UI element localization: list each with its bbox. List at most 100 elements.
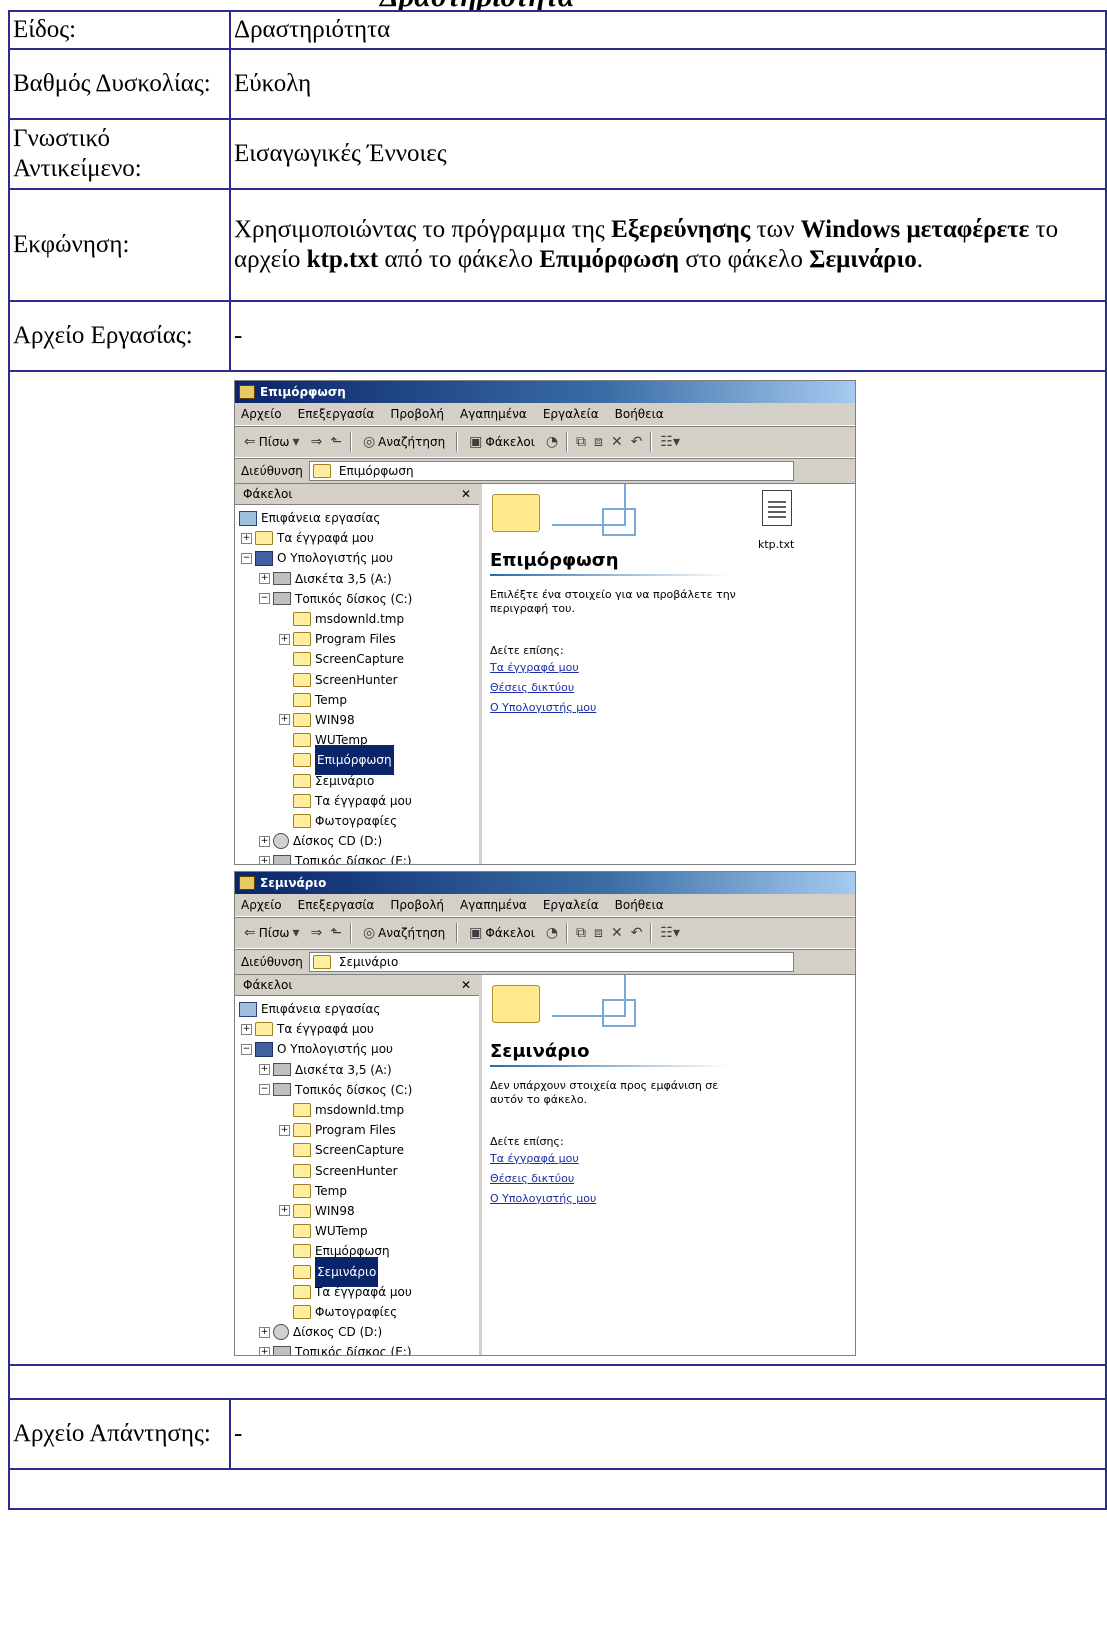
menu-tools[interactable]: Εργαλεία xyxy=(543,890,599,920)
text-file-icon[interactable] xyxy=(762,490,792,526)
history-icon[interactable]: ◔ xyxy=(546,918,558,948)
menu-tools[interactable]: Εργαλεία xyxy=(543,399,599,429)
expand-icon[interactable]: + xyxy=(279,633,290,645)
undo-icon[interactable]: ↶ xyxy=(631,427,643,457)
up-folder-icon[interactable]: ⬑ xyxy=(330,427,342,457)
expand-icon[interactable]: + xyxy=(241,532,252,544)
menu-favorites[interactable]: Αγαπημένα xyxy=(460,890,527,920)
divider xyxy=(490,574,730,576)
see-also-links: Τα έγγραφά μου Θέσεις δικτύου Ο Υπολογισ… xyxy=(490,1149,596,1209)
move-to-icon[interactable]: ⧉ xyxy=(576,918,586,948)
value-subject: Εισαγωγικές Έννοιες xyxy=(229,118,1107,190)
expand-icon[interactable]: + xyxy=(279,1205,290,1217)
move-to-icon[interactable]: ⧉ xyxy=(576,427,586,457)
delete-icon[interactable]: ✕ xyxy=(611,427,623,457)
folders-pane: Φάκελοι ✕ Επιφάνεια εργασίας + Τα έγγραφά … xyxy=(235,975,482,1355)
link-my-documents[interactable]: Τα έγγραφά μου xyxy=(490,658,596,678)
panel-description: Επιλέξτε ένα στοιχείο για να προβάλετε τ… xyxy=(490,588,736,615)
up-folder-icon[interactable]: ⬑ xyxy=(330,918,342,948)
menu-favorites[interactable]: Αγαπημένα xyxy=(460,399,527,429)
folder-icon xyxy=(293,1183,311,1198)
copy-to-icon[interactable]: ⧈ xyxy=(594,918,603,948)
folder-icon xyxy=(293,712,311,727)
link-my-computer[interactable]: Ο Υπολογιστής μου xyxy=(490,1189,596,1209)
divider xyxy=(490,1065,730,1067)
menu-help[interactable]: Βοήθεια xyxy=(615,890,664,920)
menu-help[interactable]: Βοήθεια xyxy=(615,399,664,429)
back-button[interactable]: ⇐ Πίσω ▾ xyxy=(241,426,303,458)
menu-edit[interactable]: Επεξεργασία xyxy=(298,890,375,920)
table-row: Επιμόρφωση Αρχείο Επεξεργασία Προβολή Αγ… xyxy=(8,370,1107,1366)
expand-icon[interactable]: + xyxy=(259,1346,270,1355)
menu-view[interactable]: Προβολή xyxy=(390,399,444,429)
tree-item[interactable]: ScreenHunter xyxy=(235,1161,479,1181)
expand-icon[interactable]: + xyxy=(259,835,270,847)
menu-file[interactable]: Αρχείο xyxy=(241,890,282,920)
table-row: Αρχείο Απάντησης: - xyxy=(8,1398,1107,1470)
search-button[interactable]: ◎ Αναζήτηση xyxy=(360,426,448,458)
back-arrow-icon: ⇐ xyxy=(244,434,256,450)
forward-icon[interactable]: ⇒ xyxy=(311,918,323,948)
tree-item[interactable]: + Τοπικός δίσκος (E:) xyxy=(235,851,479,864)
screenshots: Επιμόρφωση Αρχείο Επεξεργασία Προβολή Αγ… xyxy=(234,380,856,1356)
separator xyxy=(566,923,569,943)
link-network-places[interactable]: Θέσεις δικτύου xyxy=(490,678,596,698)
collapse-icon[interactable]: − xyxy=(259,593,270,605)
address-field[interactable]: Επιμόρφωση xyxy=(308,461,794,481)
delete-icon[interactable]: ✕ xyxy=(611,918,623,948)
collapse-icon[interactable]: − xyxy=(241,1043,252,1055)
copy-to-icon[interactable]: ⧈ xyxy=(594,427,603,457)
undo-icon[interactable]: ↶ xyxy=(631,918,643,948)
value-difficulty: Εύκολη xyxy=(229,48,1107,120)
value-work-file: - xyxy=(229,300,1107,372)
address-field[interactable]: Σεμινάριο xyxy=(308,952,794,972)
views-icon[interactable]: ☷▾ xyxy=(660,918,680,948)
expand-icon[interactable]: + xyxy=(241,1023,252,1035)
tree-item[interactable]: ScreenHunter xyxy=(235,670,479,690)
tree-item[interactable]: + Τοπικός δίσκος (E:) xyxy=(235,1342,479,1355)
menu-edit[interactable]: Επεξεργασία xyxy=(298,399,375,429)
search-label: Αναζήτηση xyxy=(378,926,446,940)
menu-bar: Αρχείο Επεξεργασία Προβολή Αγαπημένα Εργ… xyxy=(235,894,855,917)
link-my-documents[interactable]: Τα έγγραφά μου xyxy=(490,1149,596,1169)
separator xyxy=(456,923,459,943)
file-label[interactable]: ktp.txt xyxy=(758,530,794,560)
link-my-computer[interactable]: Ο Υπολογιστής μου xyxy=(490,698,596,718)
desktop-icon xyxy=(239,510,257,526)
folder-icon xyxy=(293,1123,311,1138)
separator xyxy=(349,923,352,943)
collapse-icon[interactable]: − xyxy=(259,1084,270,1096)
folders-button[interactable]: ▣ Φάκελοι xyxy=(466,426,538,458)
open-folder-icon xyxy=(293,753,311,768)
cd-icon xyxy=(273,833,289,850)
collapse-icon[interactable]: − xyxy=(241,552,252,564)
back-arrow-icon: ⇐ xyxy=(244,925,256,941)
expand-icon[interactable]: + xyxy=(259,573,270,585)
expand-icon[interactable]: + xyxy=(259,1326,270,1338)
expand-icon[interactable]: + xyxy=(279,714,290,726)
expand-icon[interactable]: + xyxy=(259,855,270,864)
link-network-places[interactable]: Θέσεις δικτύου xyxy=(490,1169,596,1189)
search-button[interactable]: ◎ Αναζήτηση xyxy=(360,917,448,949)
forward-icon[interactable]: ⇒ xyxy=(311,427,323,457)
folders-button[interactable]: ▣ Φάκελοι xyxy=(466,917,538,949)
dropdown-icon: ▾ xyxy=(292,434,300,450)
table-row xyxy=(8,1468,1107,1510)
close-icon[interactable]: ✕ xyxy=(461,970,471,1000)
folder-icon xyxy=(293,793,311,808)
content-pane: Σεμινάριο Δεν υπάρχουν στοιχεία προς εμφ… xyxy=(482,975,855,1355)
back-button[interactable]: ⇐ Πίσω ▾ xyxy=(241,917,303,949)
table-row xyxy=(8,1364,1107,1400)
empty-row xyxy=(8,1468,1107,1510)
folder-icon xyxy=(312,955,331,969)
expand-icon[interactable]: + xyxy=(279,1124,290,1136)
close-icon[interactable]: ✕ xyxy=(461,479,471,509)
separator xyxy=(566,432,569,452)
history-icon[interactable]: ◔ xyxy=(546,427,558,457)
menu-file[interactable]: Αρχείο xyxy=(241,399,282,429)
views-icon[interactable]: ☷▾ xyxy=(660,427,680,457)
expand-icon[interactable]: + xyxy=(259,1064,270,1076)
folder-tree: Επιφάνεια εργασίας + Τα έγγραφά μου − Ο Υπ… xyxy=(235,505,479,864)
floppy-icon xyxy=(273,572,291,586)
menu-view[interactable]: Προβολή xyxy=(390,890,444,920)
